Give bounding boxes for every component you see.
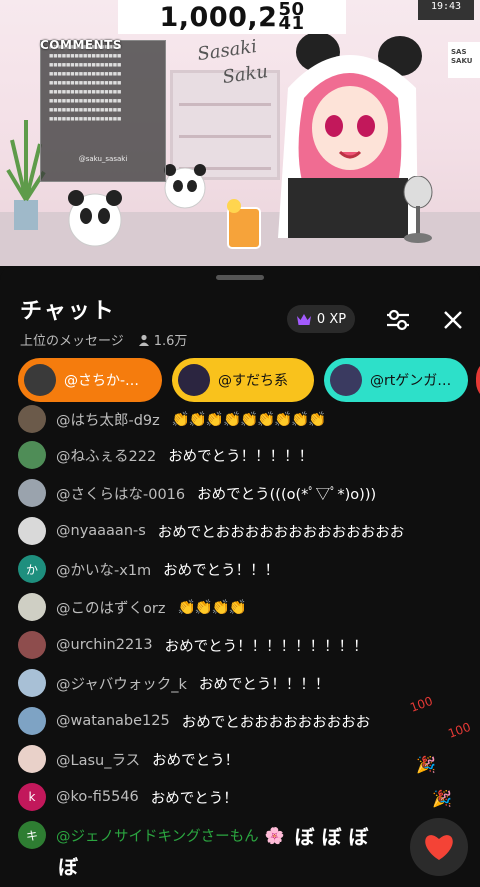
pinned-chip-label: @さちか-… xyxy=(64,373,140,389)
message-author[interactable]: @ねふぇる222 xyxy=(56,445,156,466)
chat-message-list[interactable]: @はち太郎-d9z 👏👏👏👏👏👏👏👏👏 @ねふぇる222 おめでとう！！！！！ … xyxy=(0,404,480,887)
chat-message: k @ko-fi5546 おめでとう！ xyxy=(18,782,238,812)
avatar xyxy=(18,745,46,773)
message-author[interactable]: @ko-fi5546 xyxy=(56,789,139,805)
xp-value: 0 XP xyxy=(316,311,347,327)
message-author[interactable]: @このはずくorz xyxy=(56,597,165,618)
message-text: ぼ ぼ ぼ xyxy=(294,824,369,849)
message-text: おめでとおおおおおおおおおおおおお xyxy=(157,524,405,541)
avatar xyxy=(18,441,46,469)
chat-message: @ジャバウォック_k おめでとう！！！！ xyxy=(18,668,329,698)
chat-message: @urchin2213 おめでとう！！！！！！！！！ xyxy=(18,630,368,660)
like-button[interactable] xyxy=(410,818,468,876)
stream-clock: 19:43 xyxy=(418,0,474,20)
pinned-chip-4[interactable] xyxy=(476,358,480,402)
member-badge-icon: 🌸 xyxy=(264,825,285,845)
message-author[interactable]: @かいな-x1m xyxy=(56,559,151,580)
message-author[interactable]: @さくらはな-0016 xyxy=(56,483,185,504)
counter-main: 1,000,2 xyxy=(159,1,278,33)
chat-panel: チャット 上位のメッセージ 1.6万 0 XP @さちか-… @すだち系 @rt… xyxy=(0,266,480,887)
message-text: おめでとう！！！！ xyxy=(198,676,330,693)
message-author[interactable]: @Lasu_ラス xyxy=(56,749,140,770)
chat-message: @Lasu_ラス おめでとう！ xyxy=(18,744,239,774)
avatar xyxy=(18,631,46,659)
chat-message: @はち太郎-d9z 👏👏👏👏👏👏👏👏👏 xyxy=(18,404,326,434)
avatar xyxy=(24,364,56,396)
chat-message: @watanabe125 おめでとおおおおおおおおお xyxy=(18,706,370,736)
close-icon[interactable] xyxy=(439,306,467,334)
panda-plush-left xyxy=(68,190,122,247)
message-author[interactable]: @ジェノサイドキングさーもん xyxy=(56,825,259,846)
chat-message: @nyaaaan-s おめでとおおおおおおおおおおおおお xyxy=(18,516,404,546)
stream-comments-overlay: ■■■■■■■■■■■■■■■■■ ■■■■■■■■■■■■■■■■■ ■■■■… xyxy=(40,40,166,182)
avatar xyxy=(18,405,46,433)
pinned-chip-label: @すだち系 xyxy=(218,373,288,389)
subscriber-counter: 1,000,2 50 41 xyxy=(118,0,346,34)
avatar xyxy=(178,364,210,396)
avatar xyxy=(18,707,46,735)
message-text: おめでとう！！！ xyxy=(163,562,280,579)
avatar: k xyxy=(18,783,46,811)
message-text: 👏👏👏👏👏👏👏👏👏 xyxy=(171,411,326,428)
chat-mode-selector[interactable]: 上位のメッセージ 1.6万 xyxy=(20,330,187,349)
pinned-chip-label: @rtゲンガ… xyxy=(370,373,452,389)
message-text: おめでとう！！！！！ xyxy=(168,448,314,465)
message-text: 👏👏👏👏 xyxy=(177,599,246,616)
counter-rolling-digits: 50 41 xyxy=(278,1,305,34)
message-text: おめでとう(((o(*ﾟ▽ﾟ*)o))) xyxy=(197,486,377,503)
stream-video[interactable]: Sasaki Saku SAS SAKU ■■■■■■■■■■■■■■■■■ ■… xyxy=(0,0,480,266)
chat-message: @さくらはな-0016 おめでとう(((o(*ﾟ▽ﾟ*)o))) xyxy=(18,478,376,508)
message-text: ぼ xyxy=(58,854,78,879)
avatar: か xyxy=(18,555,46,583)
pinned-supporters-row: @さちか-… @すだち系 @rtゲンガ… xyxy=(18,358,480,404)
chat-message-member: キ @ジェノサイドキングさーもん 🌸 ぼ ぼ ぼ xyxy=(18,820,368,850)
avatar xyxy=(330,364,362,396)
orange-drink xyxy=(227,199,261,249)
stream-comments-handle: @saku_sasaki xyxy=(78,155,128,163)
message-text: おめでとう！！！！！！！！！ xyxy=(164,638,368,655)
svg-text:Sasaki: Sasaki xyxy=(196,36,258,65)
pinned-chip-1[interactable]: @さちか-… xyxy=(18,358,162,402)
message-author[interactable]: @ジャバウォック_k xyxy=(56,673,187,694)
message-author[interactable]: @urchin2213 xyxy=(56,637,153,653)
microphone xyxy=(403,176,433,243)
clock-time: 19:43 xyxy=(430,1,462,12)
svg-text:Saku: Saku xyxy=(221,61,269,88)
chat-title: チャット xyxy=(20,299,116,324)
chat-message-continuation: ぼ xyxy=(58,850,78,880)
avatar xyxy=(18,517,46,545)
filter-icon[interactable] xyxy=(384,306,412,334)
message-author[interactable]: @nyaaaan-s xyxy=(56,523,146,539)
chat-message: か @かいな-x1m おめでとう！！！ xyxy=(18,554,279,584)
side-banner: SAS SAKU xyxy=(448,42,480,78)
xp-button[interactable]: 0 XP xyxy=(287,305,355,333)
avatar xyxy=(18,479,46,507)
message-author[interactable]: @はち太郎-d9z xyxy=(56,409,160,430)
viewer-count: 1.6万 xyxy=(153,334,188,349)
pinned-chip-2[interactable]: @すだち系 xyxy=(172,358,314,402)
avatar xyxy=(18,669,46,697)
panda-plush-center xyxy=(164,164,206,209)
stream-comments-title: COMMENTS xyxy=(40,38,122,52)
chat-mode-label: 上位のメッセージ xyxy=(20,334,124,349)
avatar xyxy=(18,593,46,621)
chat-message: @このはずくorz 👏👏👏👏 xyxy=(18,592,247,622)
counter-roll-bottom: 41 xyxy=(278,13,305,34)
message-text: おめでとおおおおおおおおお xyxy=(181,714,371,731)
person-icon xyxy=(138,334,149,346)
heart-icon xyxy=(425,835,453,860)
avatar: キ xyxy=(18,821,46,849)
message-text: おめでとう！ xyxy=(150,790,238,807)
message-author[interactable]: @watanabe125 xyxy=(56,713,170,729)
chat-message: @ねふぇる222 おめでとう！！！！！ xyxy=(18,440,313,470)
message-text: おめでとう！ xyxy=(152,752,240,769)
pinned-chip-3[interactable]: @rtゲンガ… xyxy=(324,358,468,402)
drag-handle[interactable] xyxy=(216,275,264,280)
streamer-logo: Sasaki Saku xyxy=(196,36,269,88)
crown-icon xyxy=(296,313,311,325)
